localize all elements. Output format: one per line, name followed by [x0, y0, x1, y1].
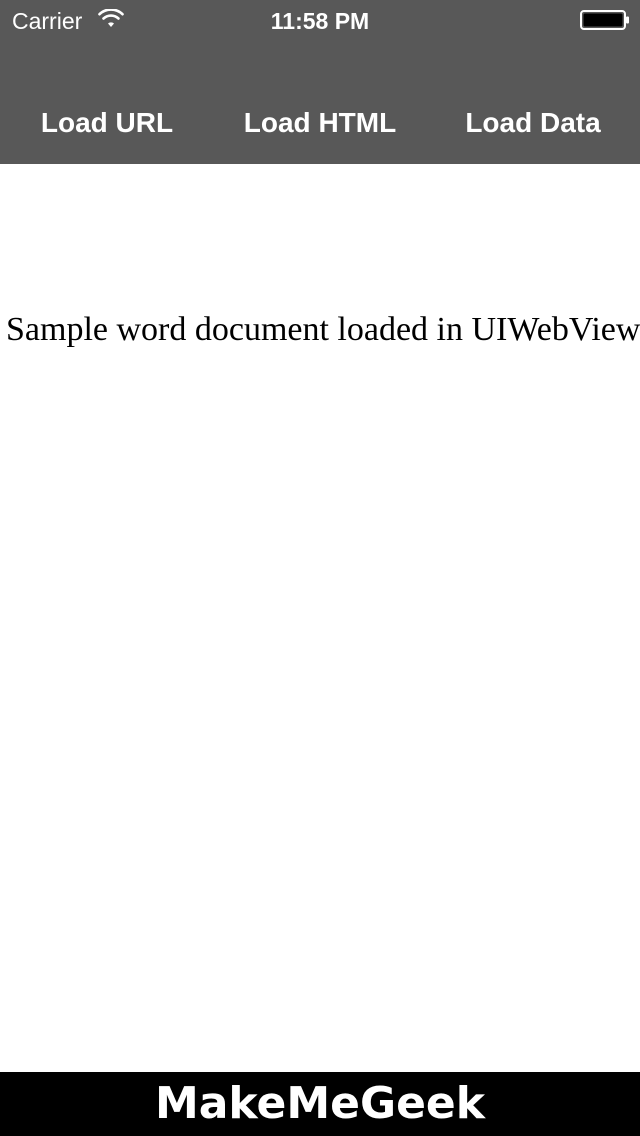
status-time: 11:58 PM	[270, 8, 370, 34]
brand-logo-text: MakeMeGeek	[154, 1078, 486, 1129]
web-view[interactable]: Sample word document loaded in UIWebView	[0, 164, 640, 1072]
status-bar: Carrier 11:58 PM	[0, 0, 640, 40]
document-text: Sample word document loaded in UIWebView	[6, 311, 640, 348]
load-data-button[interactable]: Load Data	[426, 82, 640, 164]
load-html-button[interactable]: Load HTML	[214, 82, 426, 164]
top-bar: Carrier 11:58 PM Load URL Load HTML Load…	[0, 0, 640, 164]
load-url-button[interactable]: Load URL	[0, 82, 214, 164]
app-screen: Carrier 11:58 PM Load URL Load HTML Load…	[0, 0, 640, 1136]
battery-icon	[580, 10, 629, 30]
toolbar: Load URL Load HTML Load Data	[0, 82, 640, 164]
brand-banner: MakeMeGeek	[0, 1072, 640, 1136]
